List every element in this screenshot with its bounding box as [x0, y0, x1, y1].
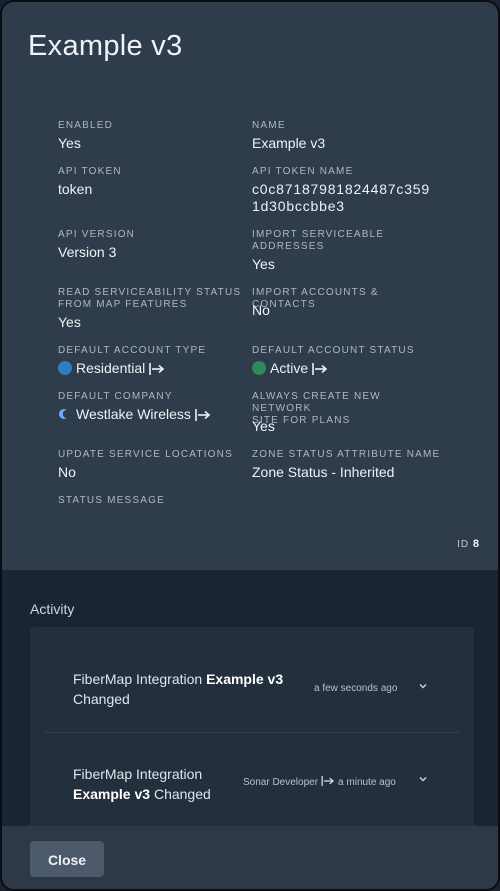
activity-suffix: Changed — [153, 786, 211, 802]
api-token-label: API TOKEN — [58, 166, 122, 177]
close-button[interactable]: Close — [30, 841, 104, 877]
import-serviceable-value: Yes — [252, 256, 275, 272]
api-token-value: token — [58, 181, 93, 197]
api-token-name-line2: 1d30bccbbe3 — [252, 198, 345, 214]
default-company-link[interactable]: Westlake Wireless — [76, 406, 191, 422]
name-label: NAME — [252, 120, 286, 131]
default-account-status-link[interactable]: Active — [270, 360, 308, 376]
record-id: ID 8 — [457, 538, 480, 550]
activity-time: a minute ago — [338, 777, 396, 788]
api-version-label: API VERSION — [58, 229, 136, 240]
read-serviceability-label-line1: READ SERVICEABILITY STATUS — [58, 287, 242, 298]
import-accounts-value: No — [252, 302, 270, 318]
read-serviceability-label: READ SERVICEABILITY STATUS FROM MAP FEAT… — [58, 287, 248, 311]
open-link-icon[interactable] — [195, 409, 211, 421]
activity-item[interactable]: FiberMap Integration Example v3 Changed … — [44, 734, 460, 830]
default-account-status-label: DEFAULT ACCOUNT STATUS — [252, 345, 415, 356]
import-serviceable-label: IMPORT SERVICEABLE ADDRESSES — [252, 229, 442, 253]
open-link-icon[interactable] — [321, 776, 335, 786]
api-version-value: Version 3 — [58, 244, 117, 260]
page-title: Example v3 — [28, 30, 183, 62]
read-serviceability-value: Yes — [58, 314, 81, 330]
activity-prefix: FiberMap Integration — [73, 766, 203, 782]
default-account-type-label: DEFAULT ACCOUNT TYPE — [58, 345, 207, 356]
account-type-dot-icon — [58, 361, 72, 375]
activity-item[interactable]: FiberMap Integration Example v3 Changed … — [44, 637, 460, 733]
chevron-down-icon[interactable] — [418, 681, 428, 691]
update-service-locations-label: UPDATE SERVICE LOCATIONS — [58, 449, 233, 460]
activity-time: a few seconds ago — [314, 683, 398, 694]
record-id-value: 8 — [472, 538, 480, 550]
activity-actor-link[interactable]: Sonar Developer — [243, 777, 318, 788]
default-account-type-value: Residential — [58, 360, 258, 377]
always-create-label-line1: ALWAYS CREATE NEW NETWORK — [252, 391, 381, 414]
activity-meta: Sonar Developer a minute ago — [243, 776, 396, 788]
activity-text: FiberMap Integration Example v3 Changed — [73, 669, 313, 709]
dialog: Example v3 ENABLED Yes NAME Example v3 A… — [0, 0, 500, 891]
update-service-locations-value: No — [58, 464, 76, 480]
read-serviceability-label-line2: FROM MAP FEATURES — [58, 299, 188, 310]
activity-record-name: Example v3 — [73, 786, 151, 802]
enabled-value: Yes — [58, 135, 81, 151]
default-company-value: Westlake Wireless — [58, 406, 258, 423]
api-token-name-value: c0c87187981824487c359 1d30bccbbe3 — [252, 181, 492, 215]
account-status-dot-icon — [252, 361, 266, 375]
activity-heading: Activity — [30, 601, 75, 617]
api-token-name-label: API TOKEN NAME — [252, 166, 354, 177]
activity-list: FiberMap Integration Example v3 Changed … — [30, 627, 474, 847]
default-company-label: DEFAULT COMPANY — [58, 391, 173, 402]
name-value: Example v3 — [252, 135, 326, 151]
open-link-icon[interactable] — [149, 363, 165, 375]
activity-text: FiberMap Integration Example v3 Changed — [73, 764, 243, 804]
activity-prefix: FiberMap Integration — [73, 671, 203, 687]
default-account-status-value: Active — [252, 360, 452, 377]
api-token-name-line1: c0c87187981824487c359 — [252, 181, 430, 197]
import-serviceable-label-line2: ADDRESSES — [252, 241, 325, 252]
open-link-icon[interactable] — [312, 363, 328, 375]
enabled-label: ENABLED — [58, 120, 114, 131]
activity-record-name: Example v3 — [206, 671, 284, 687]
default-account-type-link[interactable]: Residential — [76, 360, 145, 376]
details-section: Example v3 ENABLED Yes NAME Example v3 A… — [2, 2, 498, 570]
always-create-value: Yes — [252, 418, 275, 434]
dialog-footer: Close — [2, 826, 498, 889]
record-id-label: ID — [457, 539, 470, 550]
activity-suffix: Changed — [73, 691, 130, 707]
import-serviceable-label-line1: IMPORT SERVICEABLE — [252, 229, 385, 240]
moon-icon — [59, 409, 70, 419]
chevron-down-icon[interactable] — [418, 774, 428, 784]
zone-status-label: ZONE STATUS ATTRIBUTE NAME — [252, 449, 441, 460]
zone-status-value: Zone Status - Inherited — [252, 464, 395, 480]
status-message-label: STATUS MESSAGE — [58, 495, 166, 506]
